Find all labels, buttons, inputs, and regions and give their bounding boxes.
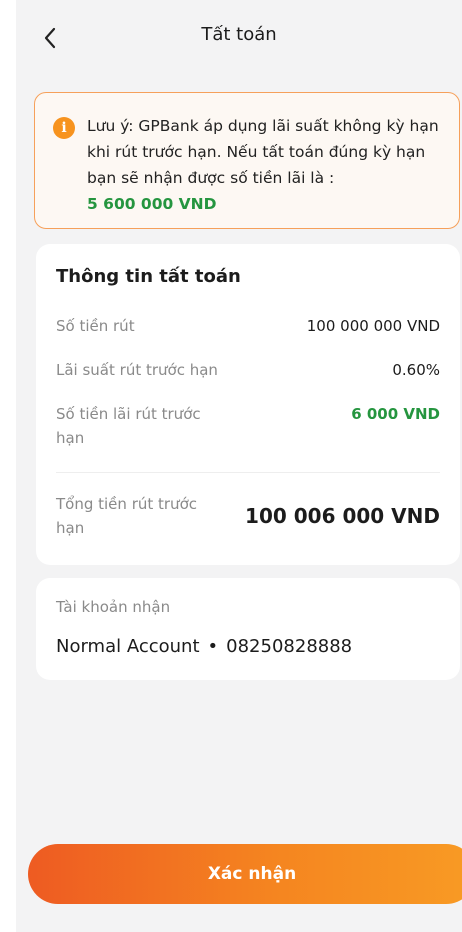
total-row: Tổng tiền rút trước hạn 100 006 000 VND [56, 492, 440, 540]
notice-box: i Lưu ý: GPBank áp dụng lãi suất không k… [34, 92, 460, 229]
divider [56, 472, 440, 473]
withdraw-amount-value: 100 000 000 VND [306, 317, 440, 335]
receive-account-value: Normal Account • 08250828888 [56, 636, 352, 657]
notice-amount: 5 600 000 VND [87, 195, 217, 213]
separator-dot: • [207, 636, 219, 657]
withdraw-amount-label: Số tiền rút [56, 317, 135, 335]
early-rate-value: 0.60% [392, 361, 440, 379]
notice-text: Lưu ý: GPBank áp dụng lãi suất không kỳ … [87, 117, 439, 187]
header: Tất toán [16, 0, 462, 72]
info-icon: i [53, 117, 75, 139]
total-value: 100 006 000 VND [245, 504, 440, 528]
screen: Tất toán i Lưu ý: GPBank áp dụng lãi suấ… [16, 0, 462, 932]
total-label: Tổng tiền rút trước hạn [56, 495, 197, 537]
early-interest-row: Số tiền lãi rút trước hạn 6 000 VND [56, 402, 440, 450]
early-rate-row: Lãi suất rút trước hạn 0.60% [56, 358, 440, 382]
receive-account-card: Tài khoản nhận Normal Account • 0825082888… [36, 578, 460, 680]
settlement-info-title: Thông tin tất toán [56, 266, 241, 287]
early-interest-value: 6 000 VND [351, 405, 440, 423]
early-interest-label: Số tiền lãi rút trước hạn [56, 405, 201, 447]
settlement-info-card: Thông tin tất toán Số tiền rút 100 000 0… [36, 244, 460, 565]
page-title: Tất toán [201, 24, 277, 45]
account-name: Normal Account [56, 636, 200, 657]
account-number: 08250828888 [226, 636, 353, 657]
receive-account-label: Tài khoản nhận [56, 598, 171, 616]
confirm-button[interactable]: Xác nhận [28, 844, 462, 904]
withdraw-amount-row: Số tiền rút 100 000 000 VND [56, 314, 440, 338]
early-rate-label: Lãi suất rút trước hạn [56, 361, 218, 379]
